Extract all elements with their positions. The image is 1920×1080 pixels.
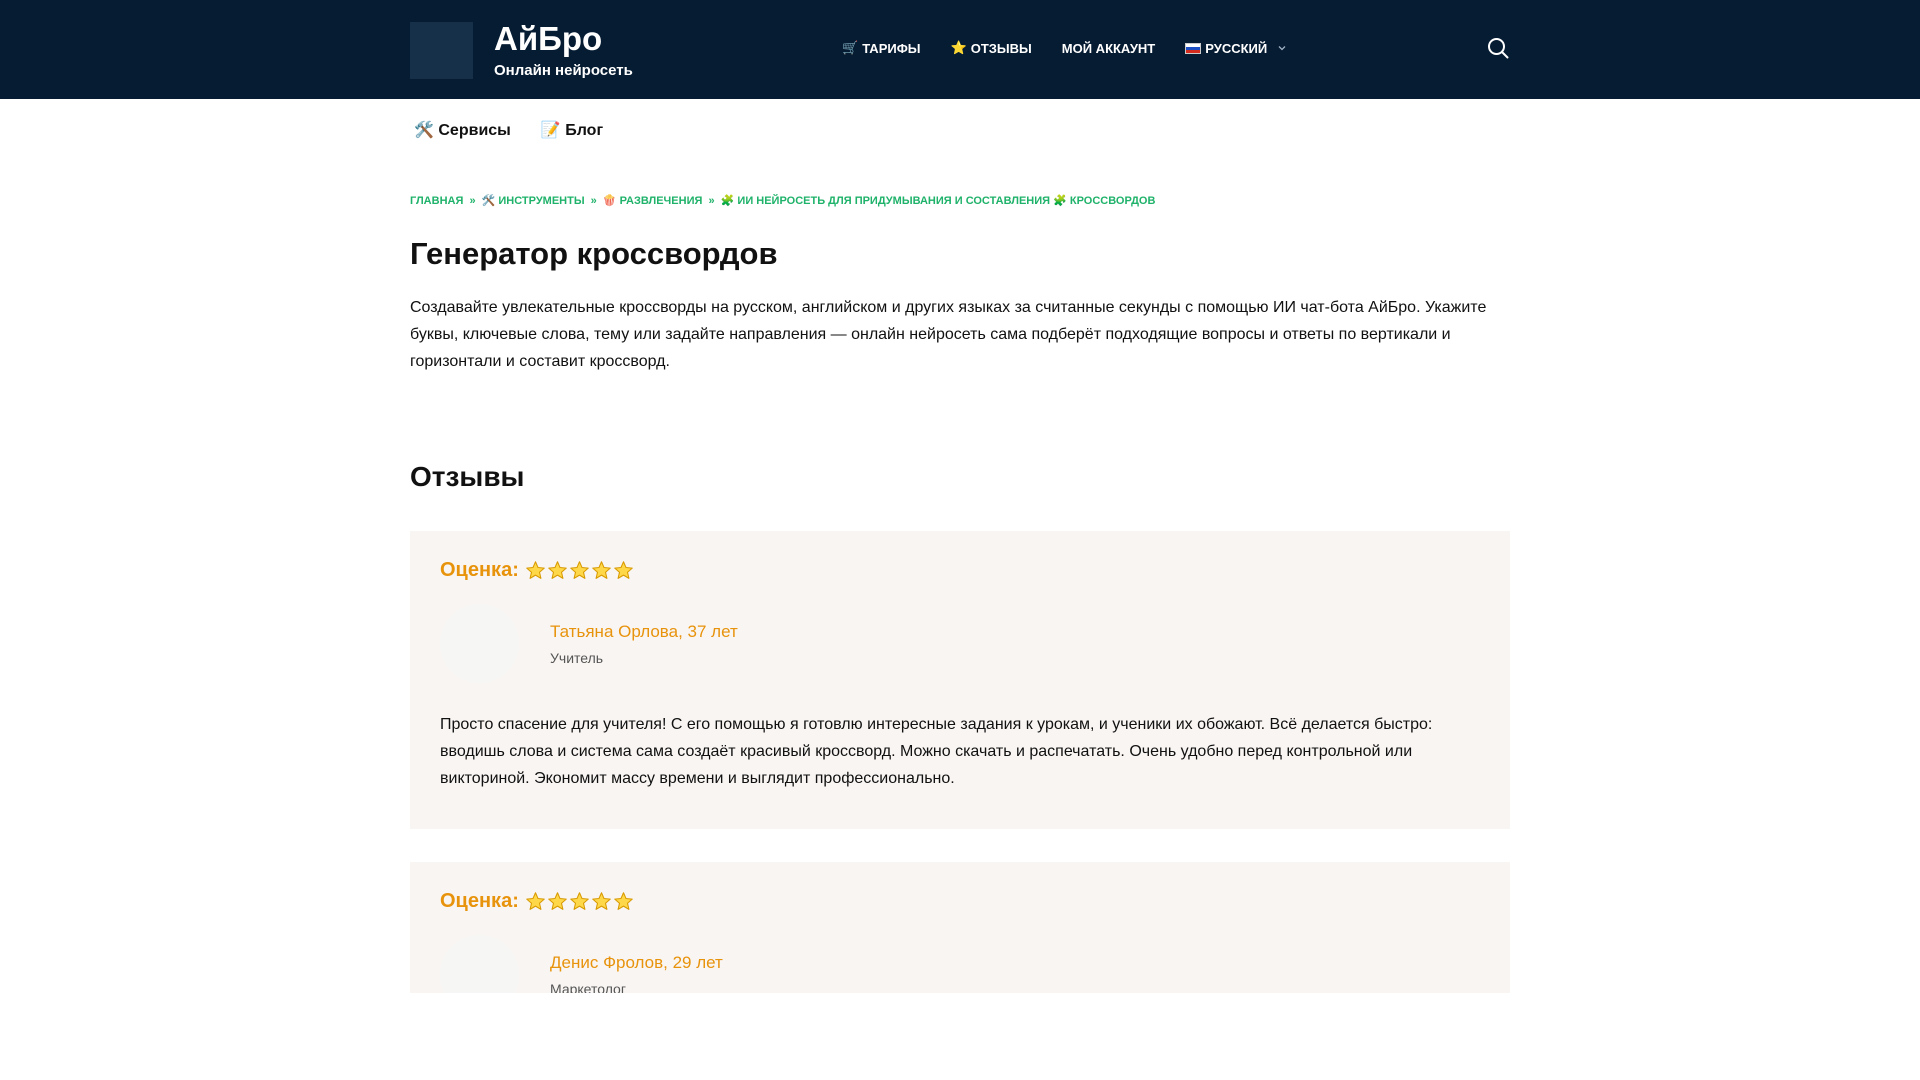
breadcrumb: ГЛАВНАЯ » 🛠️ ИНСТРУМЕНТЫ » 🍿 РАЗВЛЕЧЕНИЯ… bbox=[410, 194, 1155, 207]
ru-flag-icon bbox=[1185, 42, 1202, 54]
puzzle-icon: 🧩 bbox=[1053, 195, 1067, 207]
avatar bbox=[440, 935, 519, 993]
nav-label: ОТЗЫВЫ bbox=[970, 40, 1032, 56]
author-name: Татьяна Орлова, 37 лет bbox=[550, 621, 738, 641]
site-logo[interactable] bbox=[410, 22, 473, 79]
star-icon: ⭐ bbox=[950, 40, 967, 55]
star-icon bbox=[570, 892, 589, 910]
breadcrumb-separator: » bbox=[469, 195, 476, 207]
subnav-label: Блог bbox=[565, 122, 604, 139]
nav-label: РУССКИЙ bbox=[1205, 40, 1268, 56]
breadcrumb-puzzle-ai[interactable]: 🧩 ИИ НЕЙРОСЕТЬ ДЛЯ ПРИДУМЫВАНИЯ И СОСТАВ… bbox=[721, 195, 1050, 207]
star-icon bbox=[614, 561, 633, 579]
nav-label: МОЙ АККАУНТ bbox=[1061, 40, 1156, 56]
breadcrumb-label: ИНСТРУМЕНТЫ bbox=[498, 195, 585, 207]
site-header: АйБро Онлайн нейросеть 🛒 ТАРИФЫ ⭐ ОТЗЫВЫ… bbox=[0, 0, 1920, 99]
star-icon bbox=[614, 892, 633, 910]
brand-title[interactable]: АйБро bbox=[494, 20, 602, 58]
reviews-title: Отзывы bbox=[410, 461, 525, 492]
star-icon bbox=[548, 561, 567, 579]
star-icon bbox=[592, 892, 611, 910]
author-name: Денис Фролов, 29 лет bbox=[550, 952, 723, 972]
avatar bbox=[440, 604, 519, 683]
breadcrumb-home[interactable]: ГЛАВНАЯ bbox=[410, 195, 463, 207]
review-card: Оценка: Денис Фролов, 29 лет Маркетолог bbox=[410, 862, 1510, 993]
star-icon bbox=[526, 561, 545, 579]
review-card: Оценка: Татьяна Орлова, 37 лет Учитель П… bbox=[410, 531, 1510, 829]
review-author: Татьяна Орлова, 37 лет Учитель bbox=[440, 604, 1480, 683]
nav-item-pricing[interactable]: 🛒 ТАРИФЫ bbox=[842, 40, 921, 56]
star-icon bbox=[570, 561, 589, 579]
chevron-down-icon bbox=[1278, 46, 1286, 51]
nav-item-account[interactable]: МОЙ АККАУНТ bbox=[1062, 41, 1155, 56]
breadcrumb-label: ИИ НЕЙРОСЕТЬ ДЛЯ ПРИДУМЫВАНИЯ И СОСТАВЛЕ… bbox=[737, 195, 1051, 207]
nav-label: ТАРИФЫ bbox=[862, 40, 921, 56]
main-nav: 🛒 ТАРИФЫ ⭐ ОТЗЫВЫ МОЙ АККАУНТ РУССКИЙ bbox=[842, 40, 1287, 56]
rating-stars bbox=[525, 891, 634, 912]
breadcrumb-label: РАЗВЛЕЧЕНИЯ bbox=[619, 195, 703, 207]
author-role: Маркетолог bbox=[550, 980, 626, 994]
author-role: Учитель bbox=[550, 649, 604, 666]
cart-icon: 🛒 bbox=[842, 40, 859, 55]
review-rating: Оценка: bbox=[440, 890, 1480, 913]
star-icon bbox=[592, 561, 611, 579]
review-text: Просто спасение для учителя! С его помощ… bbox=[440, 716, 1433, 787]
breadcrumb-separator: » bbox=[708, 195, 715, 207]
rating-label: Оценка: bbox=[440, 890, 519, 912]
rating-label: Оценка: bbox=[440, 559, 519, 581]
rating-stars bbox=[525, 560, 634, 581]
subnav-label: Сервисы bbox=[438, 122, 511, 139]
breadcrumb-tools[interactable]: 🛠️ ИНСТРУМЕНТЫ bbox=[482, 195, 585, 207]
page-title: Генератор кроссвордов bbox=[410, 236, 778, 271]
breadcrumb-current: 🧩 КРОССВОРДОВ bbox=[1053, 195, 1155, 207]
popcorn-icon: 🍿 bbox=[602, 195, 617, 207]
tools-icon: 🛠️ bbox=[414, 122, 434, 139]
search-icon[interactable] bbox=[1486, 36, 1510, 60]
breadcrumb-label: КРОССВОРДОВ bbox=[1069, 195, 1156, 207]
breadcrumb-entertainment[interactable]: 🍿 РАЗВЛЕЧЕНИЯ bbox=[603, 195, 703, 207]
star-icon bbox=[548, 892, 567, 910]
review-rating: Оценка: bbox=[440, 559, 1480, 582]
breadcrumb-separator: » bbox=[590, 195, 597, 207]
secondary-nav: 🛠️ Сервисы 📝 Блог bbox=[414, 120, 603, 140]
subnav-item-services[interactable]: 🛠️ Сервисы bbox=[414, 120, 511, 140]
subnav-item-blog[interactable]: 📝 Блог bbox=[541, 120, 603, 140]
puzzle-icon: 🧩 bbox=[720, 195, 735, 207]
language-select[interactable]: РУССКИЙ bbox=[1185, 41, 1287, 56]
star-icon bbox=[526, 892, 545, 910]
page-intro: Создавайте увлекательные кроссворды на р… bbox=[410, 299, 1487, 370]
memo-icon: 📝 bbox=[540, 122, 561, 139]
tools-icon: 🛠️ bbox=[481, 195, 496, 207]
review-author: Денис Фролов, 29 лет Маркетолог bbox=[440, 935, 1480, 993]
nav-item-reviews[interactable]: ⭐ ОТЗЫВЫ bbox=[951, 40, 1032, 56]
brand-subtitle: Онлайн нейросеть bbox=[494, 62, 633, 79]
